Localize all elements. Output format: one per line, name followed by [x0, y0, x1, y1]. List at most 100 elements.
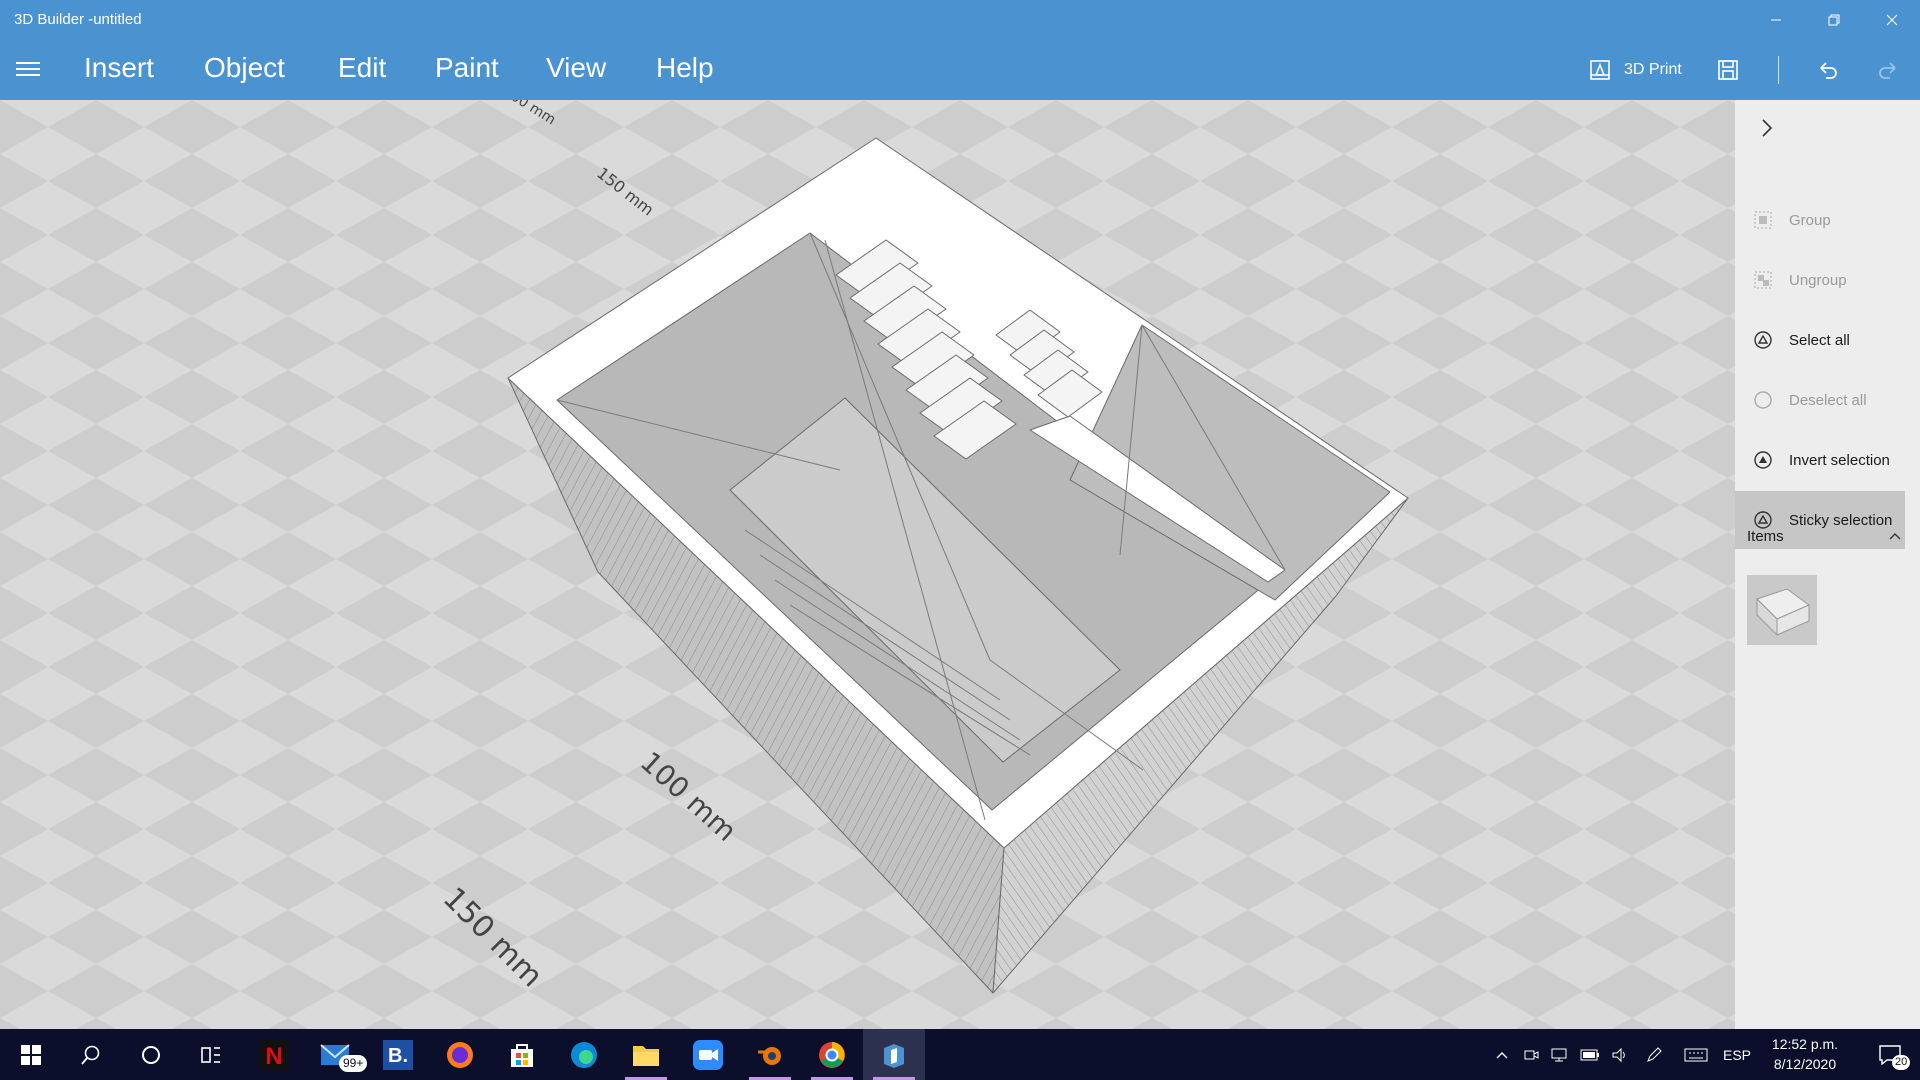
svg-text:B.: B.: [388, 1045, 408, 1067]
clock-date: 8/12/2020: [1773, 1056, 1837, 1072]
touch-keyboard-tray[interactable]: [1680, 1029, 1712, 1080]
start-button[interactable]: [0, 1029, 62, 1080]
deselect-all-label: Deselect all: [1789, 391, 1867, 409]
group-label: Group: [1789, 211, 1831, 229]
chevron-up-icon[interactable]: [1887, 528, 1903, 544]
battery-icon: [1580, 1049, 1599, 1060]
menu-edit[interactable]: Edit: [338, 52, 386, 84]
ungroup-label: Ungroup: [1789, 271, 1847, 289]
3d-print-icon: [1590, 60, 1610, 80]
network-icon: [1551, 1048, 1567, 1061]
selection-panel: Group Ungroup Select all Deselect all In…: [1735, 100, 1920, 1029]
svg-text:N: N: [265, 1043, 282, 1070]
title-bar: 3D Builder -untitled: [0, 0, 1920, 40]
cortana-button[interactable]: [120, 1029, 182, 1080]
close-button[interactable]: [1864, 0, 1920, 40]
zoom-icon: [693, 1039, 723, 1070]
item-thumbnail[interactable]: [1747, 575, 1817, 645]
3d-viewport[interactable]: 200 mm 150 mm 100 mm 150 mm: [0, 100, 1735, 1029]
3d-builder-app[interactable]: [863, 1029, 925, 1080]
firefox-icon: [447, 1041, 473, 1068]
items-section-header[interactable]: Items: [1735, 518, 1920, 554]
file-explorer-app[interactable]: [615, 1029, 677, 1080]
windows-icon: [21, 1044, 41, 1065]
undo-button[interactable]: [1816, 52, 1840, 88]
meet-now-tray[interactable]: [1520, 1029, 1542, 1080]
search-icon: [81, 1045, 100, 1065]
3d-builder-icon: [884, 1043, 904, 1068]
pen-icon: [1647, 1046, 1662, 1062]
model-thumbnail-icon: [1756, 588, 1810, 637]
chevron-right-icon: [1762, 119, 1773, 137]
ungroup-icon: [1753, 270, 1773, 290]
3d-print-label: 3D Print: [1624, 61, 1682, 78]
select-all-icon: [1753, 330, 1773, 350]
deselect-all-icon: [1753, 390, 1773, 410]
deselect-all-button[interactable]: Deselect all: [1735, 371, 1905, 429]
battery-tray[interactable]: [1578, 1029, 1602, 1080]
restore-icon: [1828, 14, 1840, 26]
cortana-icon: [142, 1045, 160, 1064]
keyboard-icon: [1684, 1048, 1708, 1061]
netflix-app[interactable]: N: [243, 1029, 305, 1080]
hamburger-icon[interactable]: [14, 58, 42, 82]
toolbar-divider: [1778, 56, 1779, 84]
mail-badge: 99+: [339, 1055, 368, 1072]
items-label: Items: [1747, 528, 1784, 545]
window-title: 3D Builder -untitled: [14, 11, 142, 28]
menu-view[interactable]: View: [546, 52, 606, 84]
chrome-app[interactable]: [801, 1029, 863, 1080]
zoom-app[interactable]: [677, 1029, 739, 1080]
close-icon: [1886, 14, 1898, 26]
action-center-button[interactable]: 20: [1866, 1029, 1914, 1080]
netflix-icon: N: [259, 1039, 289, 1070]
blender-app[interactable]: [739, 1029, 801, 1080]
b-app-icon: B.: [383, 1039, 413, 1070]
3d-print-button[interactable]: 3D Print: [1588, 52, 1682, 88]
minimize-button[interactable]: [1748, 0, 1804, 40]
show-hidden-icons[interactable]: [1490, 1029, 1514, 1080]
invert-selection-label: Invert selection: [1789, 451, 1890, 469]
save-button[interactable]: [1716, 52, 1740, 88]
volume-tray[interactable]: [1608, 1029, 1632, 1080]
system-clock[interactable]: 12:52 p.m. 8/12/2020: [1760, 1034, 1850, 1074]
camera-tray-icon: [1524, 1050, 1539, 1059]
task-view-button[interactable]: [180, 1029, 242, 1080]
menu-help[interactable]: Help: [656, 52, 714, 84]
folder-icon: [633, 1045, 659, 1066]
ungroup-button[interactable]: Ungroup: [1735, 251, 1905, 309]
taskbar: N 99+ B. ESP 12:52 p.m. 8/12/2020 20: [0, 1029, 1920, 1080]
pen-tray[interactable]: [1642, 1029, 1666, 1080]
bitwarden-app[interactable]: B.: [367, 1029, 429, 1080]
language-indicator[interactable]: ESP: [1718, 1029, 1756, 1080]
clock-time: 12:52 p.m.: [1771, 1036, 1839, 1052]
undo-icon: [1820, 62, 1837, 79]
redo-button[interactable]: [1876, 52, 1900, 88]
chrome-icon: [819, 1041, 845, 1068]
collapse-panel-button[interactable]: [1755, 116, 1779, 140]
mail-app[interactable]: 99+: [305, 1029, 368, 1080]
scene: [0, 100, 1735, 1029]
menu-paint[interactable]: Paint: [435, 52, 499, 84]
store-app[interactable]: [491, 1029, 553, 1080]
select-all-label: Select all: [1789, 331, 1850, 349]
search-button[interactable]: [60, 1029, 122, 1080]
minimize-icon: [1771, 19, 1781, 21]
menu-object[interactable]: Object: [204, 52, 285, 84]
volume-icon: [1612, 1047, 1625, 1062]
blender-icon: [758, 1046, 781, 1065]
edge-app[interactable]: [553, 1029, 615, 1080]
network-tray[interactable]: [1548, 1029, 1572, 1080]
chevron-up-icon: [1496, 1051, 1508, 1058]
select-all-button[interactable]: Select all: [1735, 311, 1905, 369]
menu-bar: Insert Object Edit Paint View Help 3D Pr…: [0, 40, 1920, 100]
firefox-app[interactable]: [429, 1029, 491, 1080]
invert-selection-button[interactable]: Invert selection: [1735, 431, 1905, 489]
restore-button[interactable]: [1806, 0, 1862, 40]
app-window: 3D Builder -untitled Insert Object Edit …: [0, 0, 1920, 1080]
group-icon: [1753, 210, 1773, 230]
store-icon: [511, 1043, 533, 1067]
invert-selection-icon: [1753, 450, 1773, 470]
group-button[interactable]: Group: [1735, 191, 1905, 249]
menu-insert[interactable]: Insert: [84, 52, 154, 84]
